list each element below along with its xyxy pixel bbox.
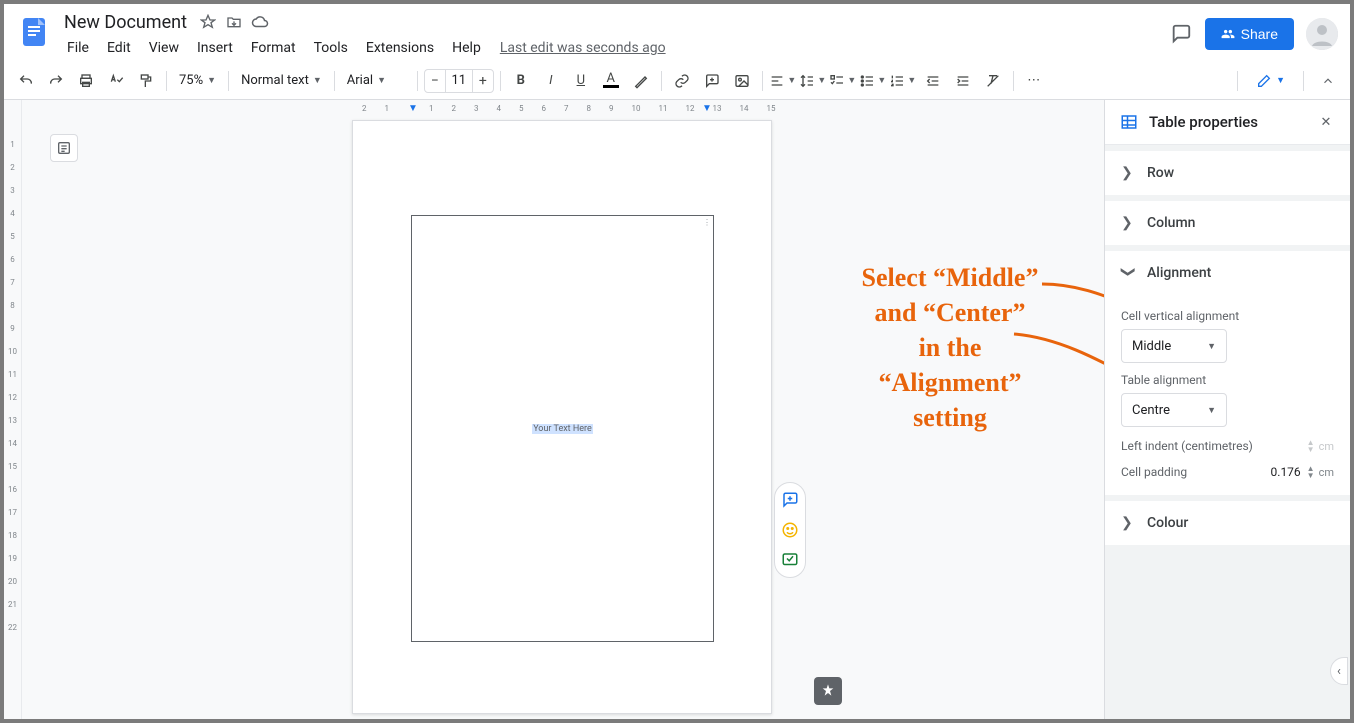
zoom-select[interactable]: 75%▼ — [173, 67, 222, 95]
italic-icon[interactable]: I — [537, 67, 565, 95]
font-size-increase[interactable]: + — [473, 73, 493, 89]
table-alignment-label: Table alignment — [1121, 373, 1334, 387]
paragraph-style-value: Normal text — [241, 73, 309, 88]
suggest-edits-icon[interactable] — [779, 549, 801, 571]
table-properties-sidebar: Table properties ✕ ❯ Row ❯ Column ❯ Alig… — [1104, 100, 1350, 719]
chevron-right-icon: ❯ — [1121, 165, 1135, 181]
font-value: Arial — [347, 73, 373, 88]
table-alignment-select[interactable]: Centre ▼ — [1121, 393, 1227, 427]
last-edit-link[interactable]: Last edit was seconds ago — [492, 40, 666, 56]
font-size-value[interactable]: 11 — [445, 70, 473, 92]
print-icon[interactable] — [72, 67, 100, 95]
decrease-indent-icon[interactable] — [919, 67, 947, 95]
section-alignment[interactable]: ❯ Alignment — [1105, 251, 1350, 295]
chevron-right-icon: ❯ — [1121, 215, 1135, 231]
add-comment-icon[interactable] — [779, 489, 801, 511]
cloud-status-icon[interactable] — [251, 13, 269, 31]
menu-insert[interactable]: Insert — [190, 36, 240, 60]
insert-link-icon[interactable] — [668, 67, 696, 95]
bold-icon[interactable]: B — [507, 67, 535, 95]
left-indent-label: Left indent (centimetres) — [1121, 439, 1253, 453]
paragraph-style-select[interactable]: Normal text▼ — [235, 67, 328, 95]
chevron-down-icon: ❯ — [1120, 266, 1136, 280]
document-title[interactable]: New Document — [60, 10, 191, 35]
annotation-arrow-1 — [1040, 278, 1104, 318]
share-button[interactable]: Share — [1205, 18, 1294, 50]
annotation-text: Select “Middle” and “Center” in the “Ali… — [780, 260, 1104, 435]
cell-vertical-alignment-label: Cell vertical alignment — [1121, 309, 1334, 323]
editing-mode-button[interactable]: ▼ — [1248, 69, 1293, 93]
left-indent-input: ▲▼ cm — [1259, 439, 1334, 453]
highlight-icon[interactable] — [627, 67, 655, 95]
explore-button[interactable] — [814, 677, 842, 705]
star-icon[interactable] — [199, 13, 217, 31]
resize-handle-icon[interactable]: ⋮ — [703, 218, 711, 227]
checklist-icon[interactable]: ▼ — [829, 67, 857, 95]
underline-icon[interactable]: U — [567, 67, 595, 95]
section-row[interactable]: ❯ Row — [1105, 151, 1350, 195]
redo-icon[interactable] — [42, 67, 70, 95]
menu-help[interactable]: Help — [445, 36, 488, 60]
numbered-list-icon[interactable]: ▼ — [889, 67, 917, 95]
font-size-group: − 11 + — [424, 69, 494, 93]
docs-logo[interactable] — [16, 14, 52, 50]
menu-file[interactable]: File — [60, 36, 96, 60]
menu-format[interactable]: Format — [244, 36, 303, 60]
vertical-ruler: 12345678910111213141516171819202122 — [4, 100, 22, 719]
annotation-arrow-2 — [1012, 328, 1104, 386]
chevron-down-icon: ▼ — [1207, 405, 1216, 416]
insert-image-icon[interactable] — [728, 67, 756, 95]
chevron-right-icon: ❯ — [1121, 515, 1135, 531]
section-column[interactable]: ❯ Column — [1105, 201, 1350, 245]
clear-formatting-icon[interactable] — [979, 67, 1007, 95]
increase-indent-icon[interactable] — [949, 67, 977, 95]
text-color-icon[interactable]: A — [597, 67, 625, 95]
undo-icon[interactable] — [12, 67, 40, 95]
table-icon — [1119, 112, 1139, 132]
menu-tools[interactable]: Tools — [307, 36, 355, 60]
stepper-icon[interactable]: ▲▼ — [1307, 465, 1315, 479]
table-alignment-value: Centre — [1132, 403, 1170, 418]
hide-sidebar-icon[interactable] — [1314, 67, 1342, 95]
comment-actions — [774, 482, 806, 578]
cell-vertical-alignment-value: Middle — [1132, 339, 1171, 354]
cell-text[interactable]: Your Text Here — [532, 424, 593, 434]
paint-format-icon[interactable] — [132, 67, 160, 95]
right-indent-marker[interactable]: ▼ — [702, 103, 712, 114]
share-button-label: Share — [1241, 26, 1278, 42]
cell-vertical-alignment-select[interactable]: Middle ▼ — [1121, 329, 1227, 363]
cell-padding-input[interactable]: 0.176 ▲▼ cm — [1259, 465, 1334, 479]
menu-extensions[interactable]: Extensions — [359, 36, 441, 60]
menu-view[interactable]: View — [142, 36, 186, 60]
toolbar: 75%▼ Normal text▼ Arial▼ − 11 + B I U A … — [4, 62, 1350, 100]
spellcheck-icon[interactable] — [102, 67, 130, 95]
sidebar-title: Table properties — [1149, 113, 1306, 131]
document-page[interactable]: ⋮ Your Text Here — [352, 120, 772, 714]
account-avatar[interactable] — [1306, 18, 1338, 50]
insert-comment-icon[interactable] — [698, 67, 726, 95]
add-emoji-icon[interactable] — [779, 519, 801, 541]
zoom-value: 75% — [179, 73, 203, 88]
comment-history-icon[interactable] — [1169, 22, 1193, 46]
menu-edit[interactable]: Edit — [100, 36, 138, 60]
more-icon[interactable]: ⋯ — [1020, 67, 1048, 95]
font-select[interactable]: Arial▼ — [341, 67, 411, 95]
chevron-down-icon: ▼ — [1207, 341, 1216, 352]
menu-bar: File Edit View Insert Format Tools Exten… — [60, 34, 1169, 62]
horizontal-ruler: ▼ ▼ 21123456789101112131415 — [22, 100, 1104, 116]
section-colour[interactable]: ❯ Colour — [1105, 501, 1350, 545]
align-icon[interactable]: ▼ — [769, 67, 797, 95]
close-sidebar-icon[interactable]: ✕ — [1316, 112, 1336, 132]
bulleted-list-icon[interactable]: ▼ — [859, 67, 887, 95]
table-cell[interactable]: ⋮ Your Text Here — [411, 215, 714, 642]
line-spacing-icon[interactable]: ▼ — [799, 67, 827, 95]
document-outline-button[interactable] — [50, 134, 78, 162]
font-size-decrease[interactable]: − — [425, 73, 445, 89]
cell-padding-label: Cell padding — [1121, 465, 1187, 479]
move-icon[interactable] — [225, 13, 243, 31]
left-indent-marker[interactable]: ▼ — [408, 103, 418, 114]
